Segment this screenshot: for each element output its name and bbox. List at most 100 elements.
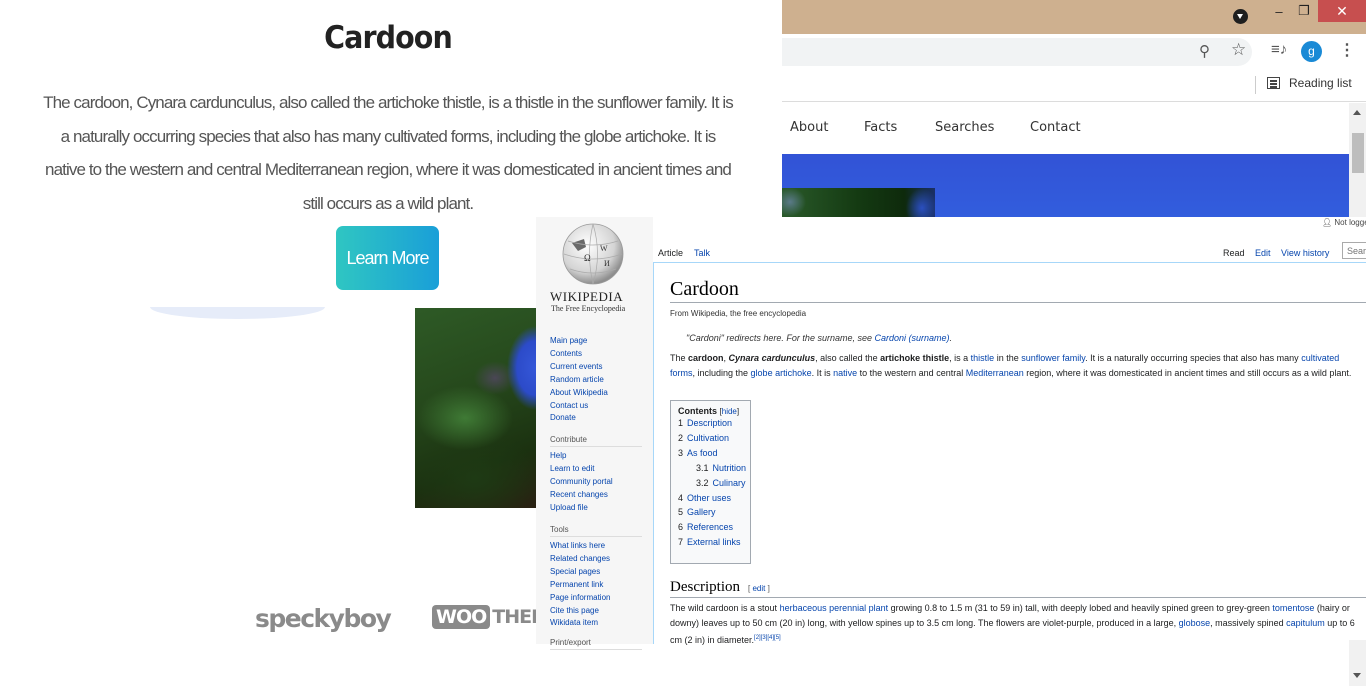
description-rule [670,597,1366,598]
hatnote: "Cardoni" redirects here. For the surnam… [686,333,953,343]
wiki-search-input[interactable] [1342,242,1366,259]
toc-item[interactable]: 7 External links [678,535,750,550]
tab-edit[interactable]: Edit [1255,248,1271,258]
nav-related-changes[interactable]: Related changes [550,553,642,566]
wiki-tabs: Article Talk Read Edit View history [653,239,1366,263]
toc-item[interactable]: 4 Other uses [678,491,750,506]
title-rule [670,302,1366,303]
link-sunflower-family[interactable]: sunflower family [1021,353,1085,363]
nav-cite-this-page[interactable]: Cite this page [550,605,642,618]
wiki-scrollbar[interactable] [1349,640,1366,686]
user-status[interactable]: 👤︎ Not logged in [1322,218,1366,227]
nav-main-page[interactable]: Main page [550,335,608,348]
nav-facts[interactable]: Facts [864,120,897,135]
wiki-sidebar: Ω W И WIKIPEDIA The Free Encyclopedia Ma… [536,217,653,650]
tab-article[interactable]: Article [658,248,683,258]
zoom-icon[interactable]: ⚲ [1199,42,1210,60]
landing-title: Cardoon [324,20,453,56]
nav-page-information[interactable]: Page information [550,592,642,605]
scroll-down-arrow-icon[interactable] [1353,673,1361,678]
nav-what-links-here[interactable]: What links here [550,540,642,553]
profile-menu-icon[interactable] [1233,9,1248,24]
wikipedia-tagline: The Free Encyclopedia [551,304,626,313]
nav-upload-file[interactable]: Upload file [550,502,642,515]
nav-help[interactable]: Help [550,450,642,463]
wiki-nav-print: Print/export [550,637,642,653]
citation-refs[interactable]: [2][3][4][5] [754,635,781,641]
profile-avatar[interactable]: g [1301,41,1322,62]
learn-more-button[interactable]: Learn More [336,226,439,290]
landing-description: The cardoon, Cynara cardunculus, also ca… [43,93,734,213]
toc-item-number: 2 [678,432,684,443]
bookmarks-bar: Reading list [782,70,1366,102]
nav-searches[interactable]: Searches [935,120,994,135]
link-mediterranean[interactable]: Mediterranean [966,368,1024,378]
link-globe-artichoke[interactable]: globe artichoke [751,368,812,378]
nav-contact-us[interactable]: Contact us [550,400,608,413]
link-tomentose[interactable]: tomentose [1272,603,1314,613]
nav-recent-changes[interactable]: Recent changes [550,489,642,502]
nav-current-events[interactable]: Current events [550,361,608,374]
link-native[interactable]: native [833,368,857,378]
nav-about-wikipedia[interactable]: About Wikipedia [550,387,608,400]
link-capitulum[interactable]: capitulum [1286,618,1325,628]
tools-heading: Tools [550,524,642,537]
intro-paragraph: The cardoon, Cynara cardunculus, also ca… [670,353,1352,378]
nav-community-portal[interactable]: Community portal [550,476,642,489]
toc-item-label: Cultivation [687,432,730,443]
scrollbar-thumb[interactable] [1352,133,1364,173]
bookmark-star-icon[interactable]: ☆ [1231,40,1246,60]
toc-item-number: 3 [678,447,684,458]
media-control-icon[interactable]: ≡♪ [1271,41,1287,58]
toc-item-label: External links [687,537,741,548]
speckyboy-logo: speckyboy [255,604,392,633]
toc-item[interactable]: 2 Cultivation [678,431,750,446]
toc-item[interactable]: 1 Description [678,416,750,431]
link-herbaceous-perennial[interactable]: herbaceous perennial plant [780,603,889,613]
scroll-up-arrow-icon[interactable] [1353,110,1361,115]
toc-item-label: Gallery [687,507,716,518]
svg-text:W: W [600,244,608,253]
nav-contact[interactable]: Contact [1030,120,1081,135]
woo-badge: WOO [432,605,491,629]
tab-talk[interactable]: Talk [694,248,710,258]
toc-item-number: 3.1 [696,462,709,473]
nav-donate[interactable]: Donate [550,412,608,425]
toc-item-number: 6 [678,522,684,533]
toc-hide-toggle[interactable]: hide [722,407,737,416]
hatnote-link[interactable]: Cardoni (surname) [874,333,949,343]
wiki-nav-contribute: Contribute Help Learn to edit Community … [550,434,642,515]
nav-random-article[interactable]: Random article [550,374,608,387]
reading-list-button[interactable]: Reading list [1267,76,1352,90]
maximize-button[interactable]: ❐ [1289,0,1319,22]
toc-item[interactable]: 3.1 Nutrition [678,461,750,476]
toc-item[interactable]: 3 As food [678,446,750,461]
user-icon: 👤︎ [1322,218,1333,227]
toc-item-label: Other uses [687,492,732,503]
edit-section-link[interactable]: edit [752,584,765,593]
link-thistle[interactable]: thistle [971,353,995,363]
cardoon-flower-image [415,308,540,508]
toc-item[interactable]: 3.2 Culinary [678,476,750,491]
close-button[interactable]: ✕ [1318,0,1366,22]
wikipedia-globe-logo[interactable]: Ω W И [556,219,630,289]
address-bar[interactable] [782,38,1252,66]
nav-special-pages[interactable]: Special pages [550,566,642,579]
nav-about[interactable]: About [790,120,828,135]
kebab-menu-icon[interactable]: ⋮ [1339,40,1355,60]
nav-wikidata-item[interactable]: Wikidata item [550,617,642,630]
nav-contents[interactable]: Contents [550,348,608,361]
svg-text:Ω: Ω [584,253,591,263]
table-of-contents: Contents [hide] 1 Description 2 Cultivation… [670,400,751,564]
toc-list: 1 Description 2 Cultivation 3 As food 3.1 Nutri… [678,416,750,550]
toc-item[interactable]: 5 Gallery [678,505,750,520]
tab-view-history[interactable]: View history [1281,248,1329,258]
tab-read[interactable]: Read [1223,248,1245,258]
toc-title: Contents [hide] [678,406,740,416]
toc-item[interactable]: 6 References [678,520,750,535]
link-globose[interactable]: globose [1179,618,1211,628]
nav-learn-to-edit[interactable]: Learn to edit [550,463,642,476]
toc-item-label: Nutrition [712,462,747,473]
nav-permanent-link[interactable]: Permanent link [550,579,642,592]
reading-list-icon [1267,77,1280,89]
